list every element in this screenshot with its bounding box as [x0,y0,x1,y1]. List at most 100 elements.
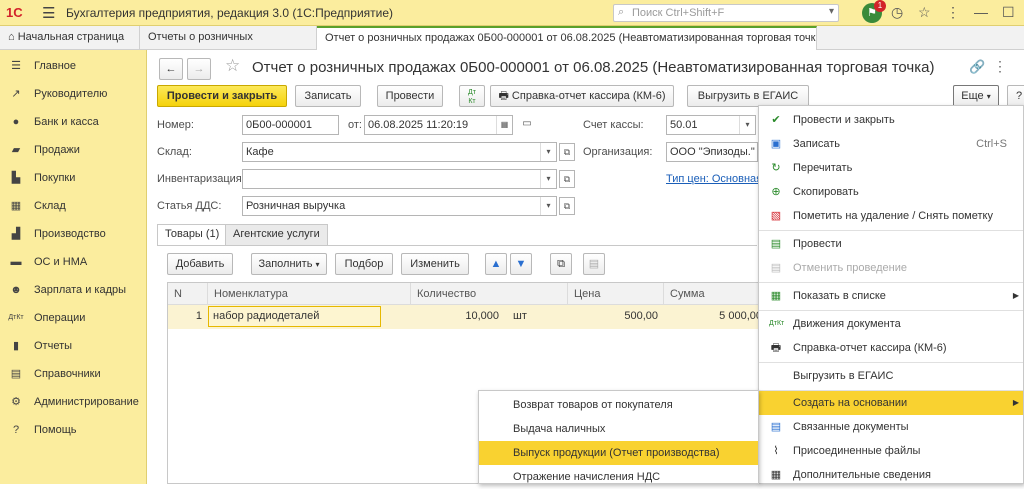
menu-item-additional-info[interactable]: ▦ Дополнительные сведения [759,463,1023,487]
menu-item-mark-delete[interactable]: ▧ Пометить на удаление / Снять пометку [759,204,1023,228]
menu-item-cash-report[interactable]: 🖶 Справка-отчет кассира (КМ-6) [759,336,1023,360]
linked-docs-icon: ▤ [770,421,782,433]
tab-home[interactable]: ⌂ Начальная страница [0,26,140,50]
cash-report-button[interactable]: 🖶 Справка-отчет кассира (КМ-6) [490,85,674,107]
number-field[interactable]: 0Б00-000001 [242,115,339,135]
cash-flow-item-field[interactable]: Розничная выручка ▾ [242,196,557,216]
menu-item-save[interactable]: ▣ Записать Ctrl+S [759,132,1023,156]
column-header-sum[interactable]: Сумма [664,283,768,305]
sidebar-item-operations[interactable]: ДтКт Операции [0,304,147,332]
minimize-icon[interactable]: — [974,4,988,20]
time-icon[interactable]: ▭ [519,116,535,134]
organization-field[interactable]: ООО "Эпизоды." [666,142,758,162]
dt-kt-button[interactable]: Дт Кт [459,85,485,107]
inventory-field[interactable]: ▾ [242,169,557,189]
history-icon[interactable]: ◷ [891,4,903,21]
help-button[interactable]: ? [1007,85,1024,107]
link-icon[interactable]: 🔗 [969,59,985,75]
sidebar-item-reports[interactable]: ▮ Отчеты [0,332,147,360]
menu-item-post-close[interactable]: ✔ Провести и закрыть [759,108,1023,132]
save-button[interactable]: Записать [295,85,361,107]
menu-item-label: Пометить на удаление / Снять пометку [793,210,993,222]
search-input[interactable]: ⌕ Поиск Ctrl+Shift+F ▾ [613,4,839,22]
move-up-button[interactable]: ▲ [485,253,507,275]
sum-cell[interactable]: 5 000,00 [664,305,762,327]
save-icon: ▣ [770,138,782,150]
menu-dots-icon[interactable]: ⋮ [946,4,960,21]
sidebar-item-main[interactable]: ☰ Главное [0,52,147,80]
notifications-icon[interactable]: ⚑ 1 [862,0,886,23]
menu-item-attached-files[interactable]: ⌇ Присоединенные файлы [759,439,1023,463]
sidebar-item-salary[interactable]: ☻ Зарплата и кадры [0,276,147,304]
menu-item-movements[interactable]: ДтКт Движения документа [759,312,1023,336]
menu-item-reload[interactable]: ↻ Перечитать [759,156,1023,180]
forward-button[interactable]: → [187,58,211,80]
more-button[interactable]: Еще ▾ [953,85,999,107]
submenu-item-vat[interactable]: Отражение начисления НДС [479,465,758,489]
chevron-down-icon[interactable]: ▾ [739,116,755,134]
add-button[interactable]: Добавить [167,253,233,275]
sidebar-item-catalogs[interactable]: ▤ Справочники [0,360,147,388]
column-header-qty[interactable]: Количество [411,283,568,305]
chevron-down-icon[interactable]: ▾ [540,143,556,161]
submenu-item-cash-issue[interactable]: Выдача наличных [479,417,758,441]
paste-row-button[interactable]: ▤ [583,253,605,275]
table-row[interactable]: 1 набор радиодеталей 10,000 шт 500,00 5 … [168,305,766,329]
change-button[interactable]: Изменить [401,253,469,275]
qty-cell[interactable]: 10,000 [411,305,499,327]
tab-goods[interactable]: Товары (1) [157,224,228,246]
sidebar-item-warehouse[interactable]: ▦ Склад [0,192,147,220]
sidebar-item-admin[interactable]: ⚙ Администрирование [0,388,147,416]
post-and-close-button[interactable]: Провести и закрыть [157,85,287,107]
price-cell[interactable]: 500,00 [568,305,658,327]
menu-item-egais[interactable]: Выгрузить в ЕГАИС [759,364,1023,388]
copy-row-button[interactable]: ⧉ [550,253,572,275]
maximize-icon[interactable]: ☐ [1002,4,1015,21]
egais-button[interactable]: Выгрузить в ЕГАИС [687,85,809,107]
post-button[interactable]: Провести [377,85,443,107]
sidebar-item-production[interactable]: ▟ Производство [0,220,147,248]
menu-item-show-in-list[interactable]: ▦ Показать в списке ▶ [759,284,1023,308]
pick-button[interactable]: Подбор [335,253,393,275]
tab-agent-services[interactable]: Агентские услуги [225,224,328,245]
sidebar-item-assets[interactable]: ▬ ОС и НМА [0,248,147,276]
main-menu-icon[interactable]: ☰ [42,4,55,22]
open-icon[interactable]: ⧉ [559,143,575,161]
menu-item-copy[interactable]: ⊕ Скопировать [759,180,1023,204]
chevron-down-icon[interactable]: ▾ [829,6,834,17]
menu-item-linked-docs[interactable]: ▤ Связанные документы [759,415,1023,439]
sidebar-item-purchases[interactable]: ▙ Покупки [0,164,147,192]
sidebar-item-manager[interactable]: ↗ Руководителю [0,80,147,108]
submenu-item-return[interactable]: Возврат товаров от покупателя [479,393,758,417]
menu-item-unpost[interactable]: ▤ Отменить проведение [759,256,1023,280]
menu-item-post[interactable]: ▤ Провести [759,232,1023,256]
open-icon[interactable]: ⧉ [559,170,575,188]
submenu-item-production-output[interactable]: Выпуск продукции (Отчет производства) [479,441,758,465]
unit-cell[interactable]: шт [513,305,553,327]
calendar-icon[interactable]: ▦ [496,116,512,134]
more-actions-icon[interactable]: ⋮ [993,58,1007,75]
date-field[interactable]: 06.08.2025 11:20:19 ▦ [364,115,513,135]
cash-account-field[interactable]: 50.01 ▾ [666,115,756,135]
column-header-n[interactable]: N [168,283,208,305]
chevron-down-icon[interactable]: ▾ [540,170,556,188]
menu-item-create-based-on[interactable]: Создать на основании ▶ [759,391,1023,415]
back-button[interactable]: ← [159,58,183,80]
fill-button[interactable]: Заполнить ▾ [251,253,327,275]
favorite-star-icon[interactable]: ☆ [225,56,240,76]
column-header-price[interactable]: Цена [568,283,664,305]
warehouse-field[interactable]: Кафе ▾ [242,142,557,162]
tab-retail-reports[interactable]: Отчеты о розничных продажах✕ [140,26,317,65]
price-type-link[interactable]: Тип цен: Основная ц [666,173,758,185]
column-header-item[interactable]: Номенклатура [208,283,411,305]
button-label: Заполнить [258,258,313,270]
item-cell[interactable]: набор радиодеталей [208,306,381,327]
move-down-button[interactable]: ▼ [510,253,532,275]
open-icon[interactable]: ⧉ [559,197,575,215]
sidebar-item-help[interactable]: ? Помощь [0,416,147,444]
tab-retail-report-doc[interactable]: Отчет о розничных продажах 0Б00-000001 о… [317,26,817,50]
chevron-down-icon[interactable]: ▾ [540,197,556,215]
star-icon[interactable]: ☆ [918,4,931,21]
sidebar-item-bank[interactable]: ● Банк и касса [0,108,147,136]
sidebar-item-sales[interactable]: ▰ Продажи [0,136,147,164]
